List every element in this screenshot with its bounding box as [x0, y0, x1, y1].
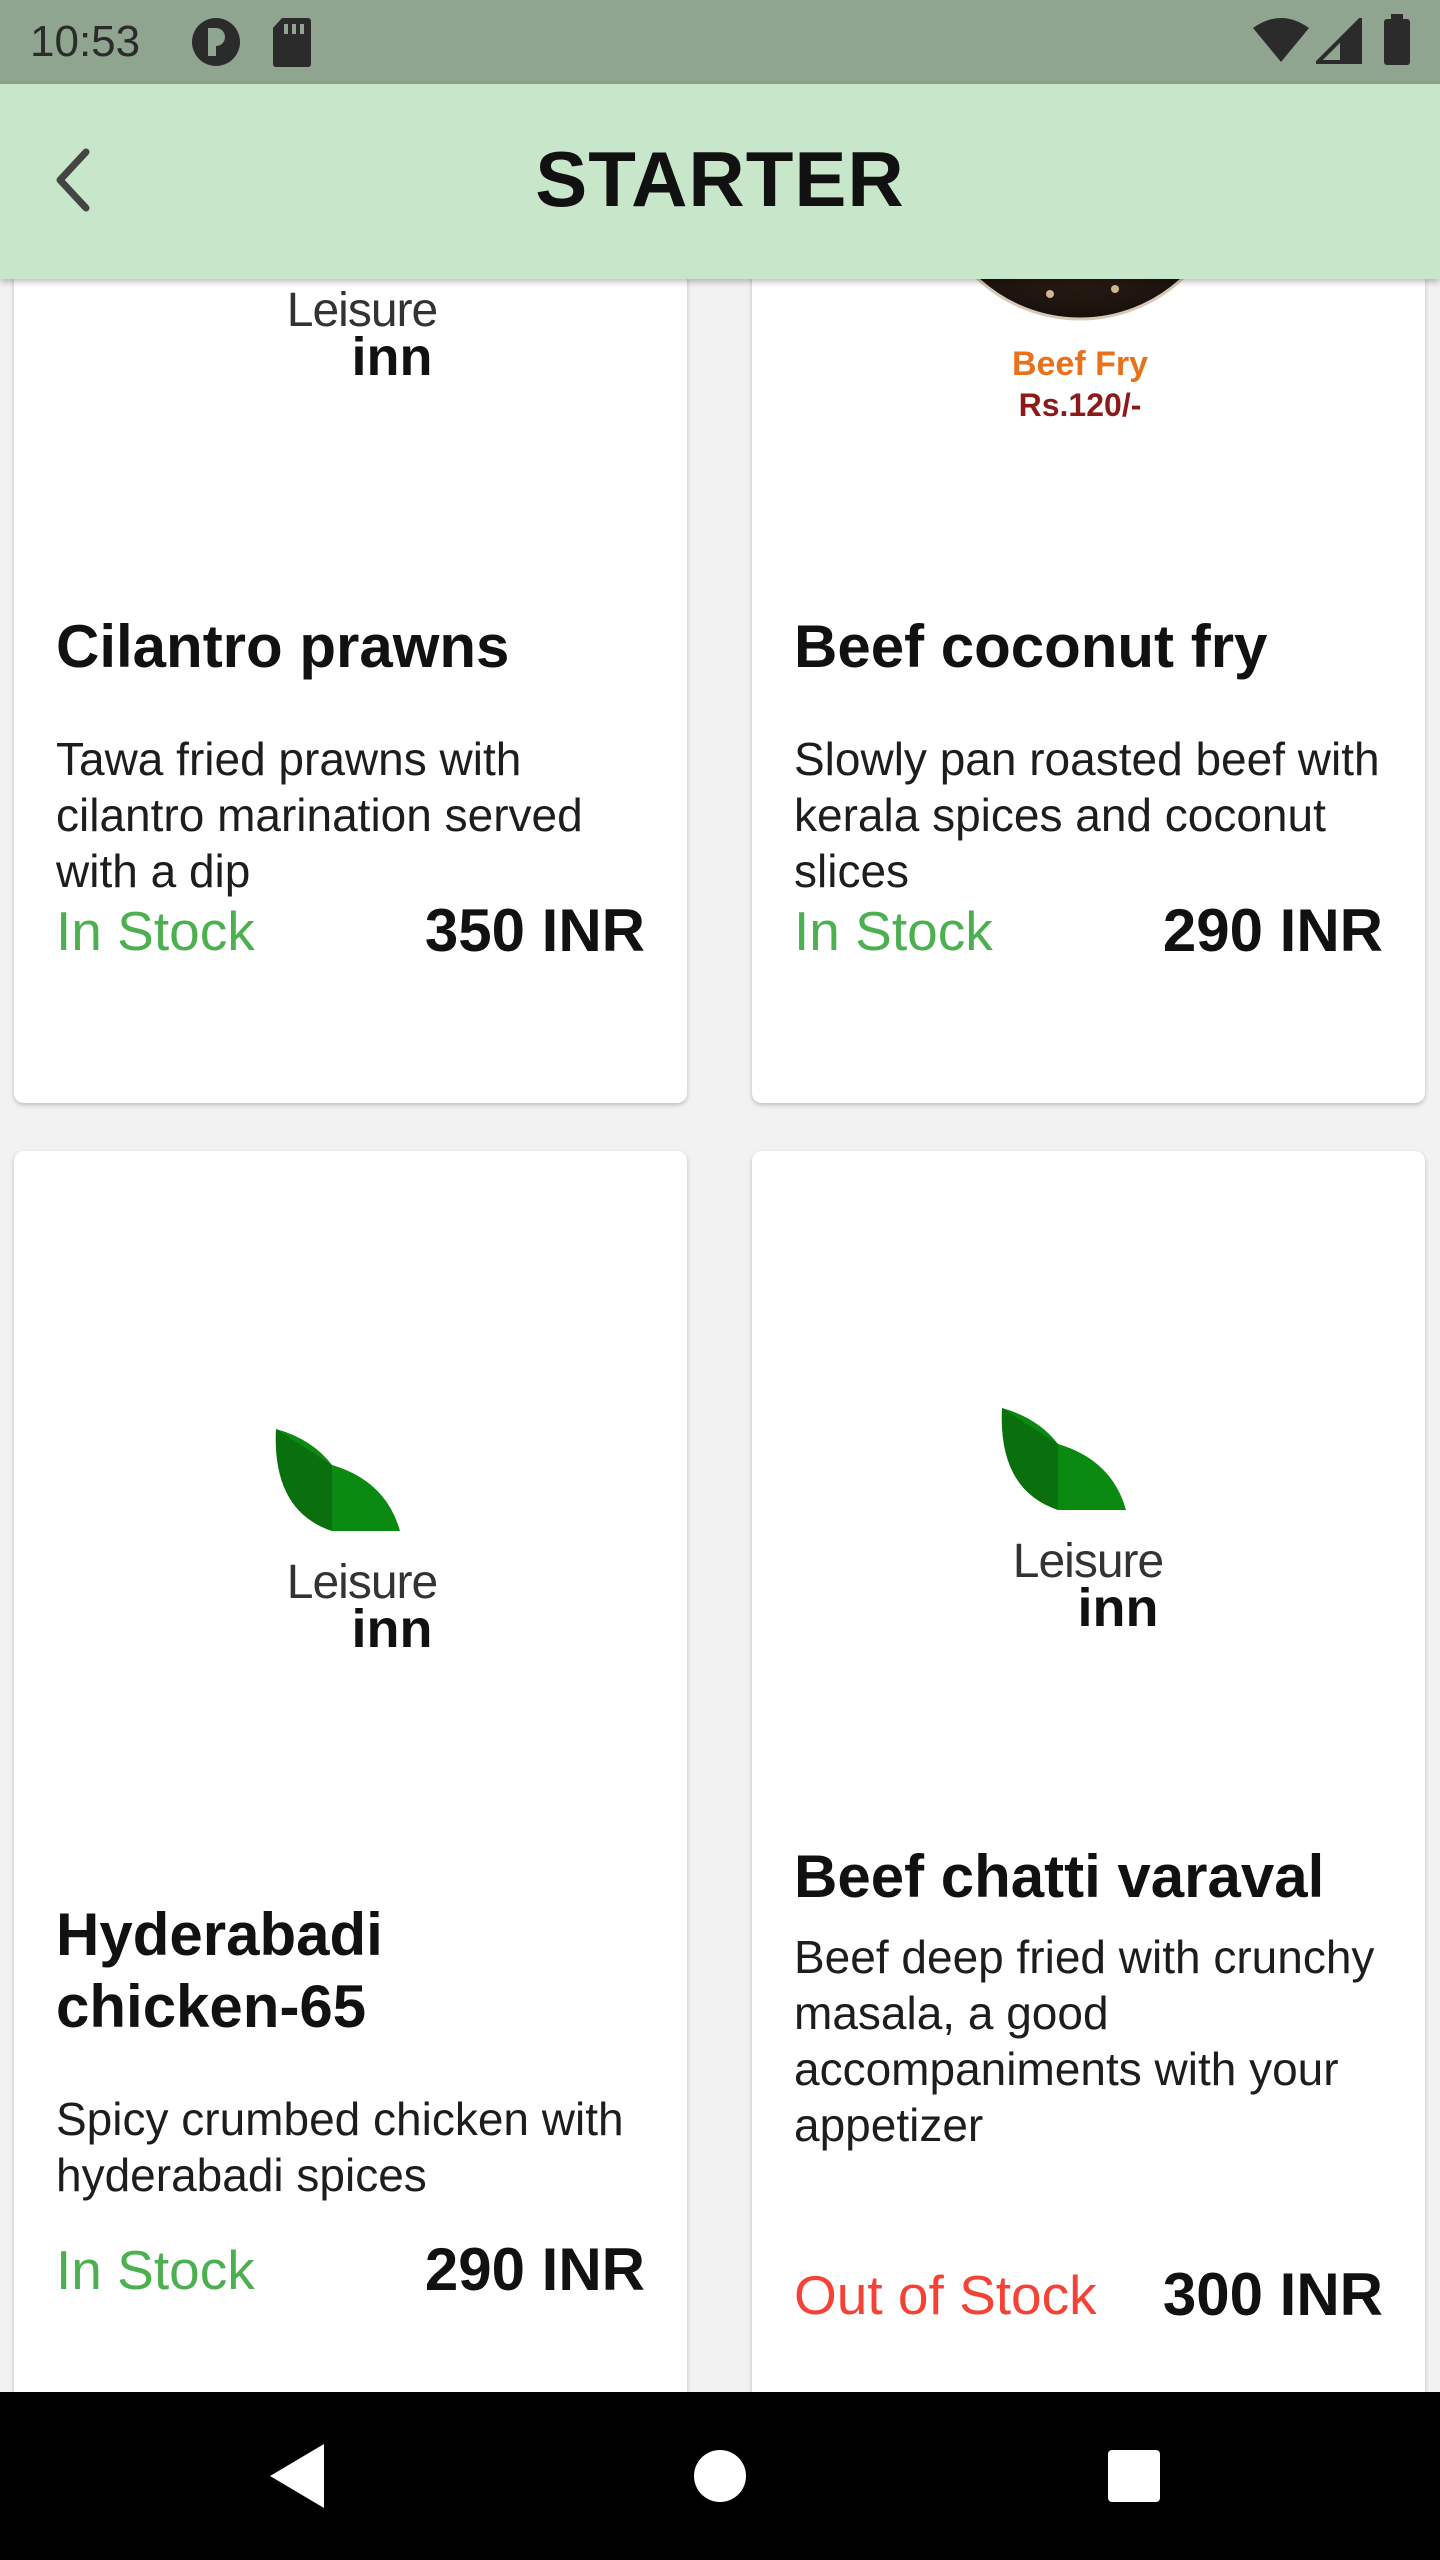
- sync-icon: [190, 16, 242, 73]
- nav-recents-button[interactable]: [1094, 2436, 1174, 2516]
- leisure-inn-logo: Leisure inn: [262, 279, 462, 403]
- nav-back-button[interactable]: [260, 2436, 340, 2516]
- product-card[interactable]: Leisure inn Cilantro prawns Tawa fried p…: [14, 279, 687, 1103]
- battery-icon: [1382, 14, 1412, 71]
- app-bar: STARTER: [0, 84, 1440, 279]
- logo-text-inn: inn: [1077, 1578, 1159, 1638]
- product-price: 300 INR: [1162, 2261, 1383, 2328]
- stock-status: In Stock: [794, 900, 993, 962]
- signal-icon: [1313, 15, 1362, 69]
- leisure-inn-logo: Leisure inn: [988, 1394, 1188, 1654]
- square-recents-icon: [1108, 2450, 1160, 2502]
- product-card[interactable]: Leisure inn Beef chatti varaval Beef dee…: [752, 1151, 1425, 2392]
- product-description: Slowly pan roasted beef with kerala spic…: [794, 733, 1380, 897]
- product-description: Beef deep fried with crunchy masala, a g…: [794, 1931, 1375, 2151]
- wifi-icon: [1252, 18, 1310, 69]
- status-bar: 10:53: [0, 0, 1440, 84]
- stock-status: In Stock: [56, 900, 255, 962]
- nav-home-button[interactable]: [680, 2436, 760, 2516]
- product-name: Hyderabadi chicken-65: [56, 1901, 383, 2040]
- leisure-inn-logo: Leisure inn: [262, 1415, 462, 1675]
- page-title: STARTER: [535, 135, 905, 223]
- product-price: 290 INR: [424, 2236, 645, 2303]
- triangle-back-icon: [270, 2444, 324, 2508]
- product-name: Beef chatti varaval: [794, 1843, 1325, 1910]
- status-time: 10:53: [30, 17, 141, 66]
- product-description: Tawa fried prawns with cilantro marinati…: [56, 733, 583, 897]
- product-name: Beef coconut fry: [794, 613, 1268, 680]
- circle-home-icon: [694, 2450, 746, 2502]
- image-caption-title: Beef Fry: [1011, 345, 1149, 383]
- product-price: 290 INR: [1162, 897, 1383, 964]
- stock-status: Out of Stock: [794, 2264, 1097, 2326]
- product-description: Spicy crumbed chicken with hyderabadi sp…: [56, 2093, 624, 2201]
- logo-text-inn: inn: [351, 1599, 433, 1659]
- product-price: 350 INR: [424, 897, 645, 964]
- system-nav-bar: [0, 2392, 1440, 2560]
- product-card[interactable]: Leisure inn Hyderabadi chicken-65 Spicy …: [14, 1151, 687, 2392]
- product-card[interactable]: Beef Fry Rs.120/- Beef coconut fry Slowl…: [752, 279, 1425, 1103]
- stock-status: In Stock: [56, 2239, 255, 2301]
- image-caption-price: Rs.120/-: [1018, 387, 1142, 423]
- product-grid: Leisure inn Cilantro prawns Tawa fried p…: [0, 279, 1440, 2392]
- beef-fry-photo: Beef Fry Rs.120/-: [930, 279, 1230, 423]
- logo-text-inn: inn: [351, 327, 433, 387]
- product-name: Cilantro prawns: [56, 613, 510, 680]
- sd-card-icon: [272, 16, 312, 73]
